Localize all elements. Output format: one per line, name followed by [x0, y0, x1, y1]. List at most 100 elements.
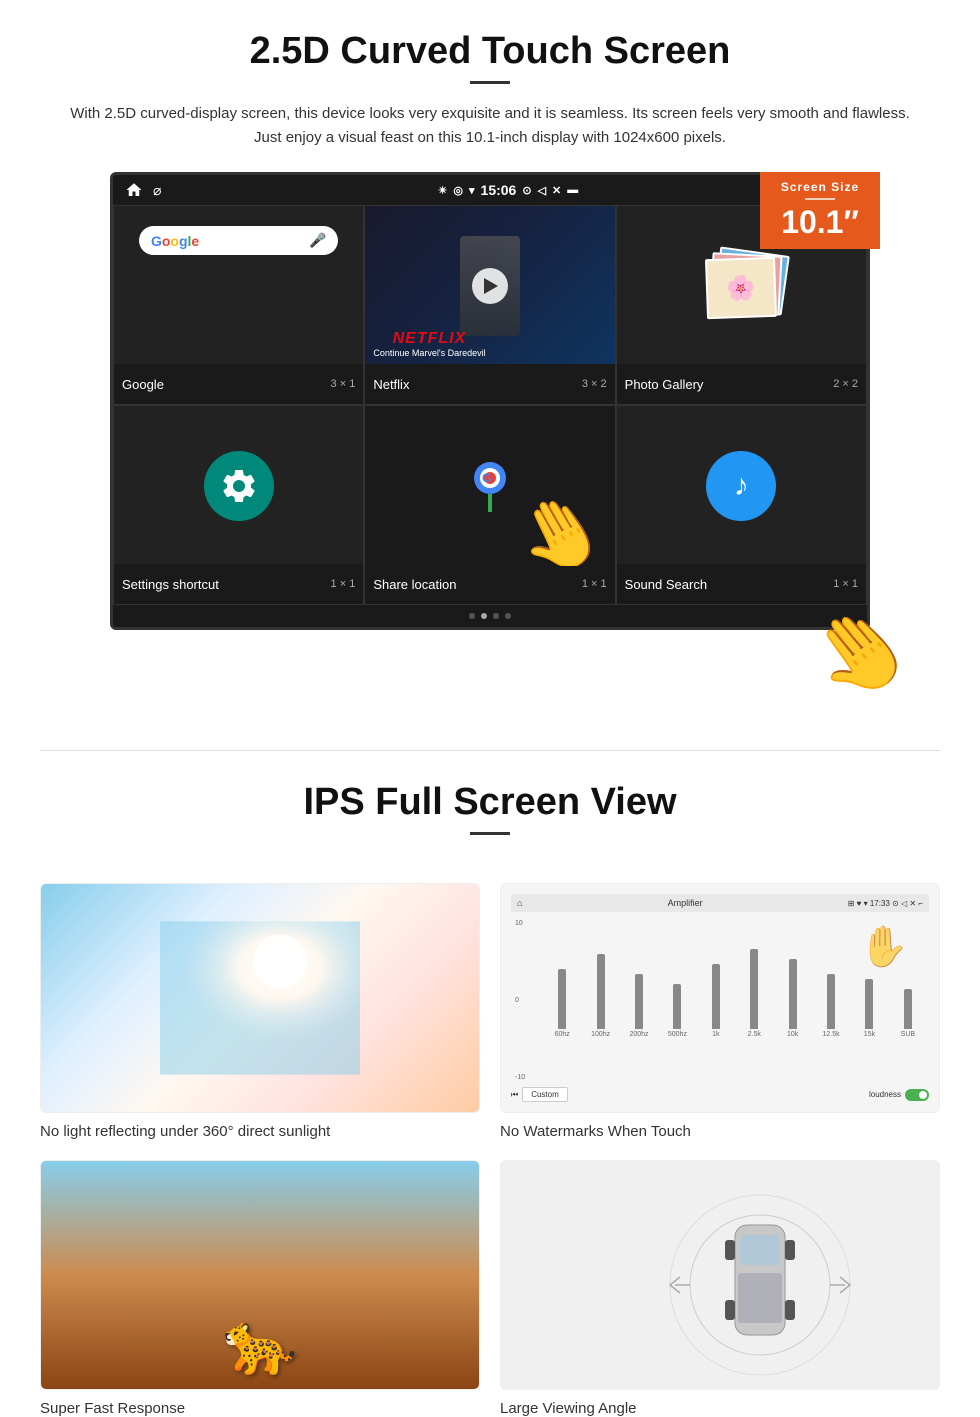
google-app-size: 3 × 1	[331, 378, 356, 390]
dot-2-active	[481, 613, 487, 619]
amp-bar-group: 15k	[852, 979, 886, 1038]
toggle-pill[interactable]	[905, 1089, 929, 1101]
badge-underline	[805, 198, 835, 200]
google-search-bar[interactable]: Google 🎤	[139, 226, 338, 255]
home-icon	[125, 181, 143, 199]
sound-cell-inner: ♪	[617, 406, 866, 566]
netflix-app-name: Netflix	[373, 377, 409, 392]
netflix-app-size: 3 × 2	[582, 378, 607, 390]
amp-bar	[750, 949, 758, 1029]
car-image	[500, 1160, 940, 1390]
section2-underline	[470, 832, 510, 835]
amp-header: ⌂ Amplifier ⊞ ♥ ▾ 17:33 ⊙ ◁ ✕ ⌐	[511, 894, 929, 912]
close-icon: ✕	[552, 184, 561, 197]
section1-description: With 2.5D curved-display screen, this de…	[60, 102, 920, 150]
netflix-cell-inner: NETFLIX Continue Marvel's Daredevil	[365, 206, 614, 366]
badge-size: 10.1″	[774, 204, 866, 241]
amplifier-visual: ⌂ Amplifier ⊞ ♥ ▾ 17:33 ⊙ ◁ ✕ ⌐ 10 0 -10…	[501, 884, 939, 1112]
sunlight-image	[40, 883, 480, 1113]
device-frame: ⌀ ✴ ◎ ▾ 15:06 ⊙ ◁ ✕ ▬	[110, 172, 870, 630]
app-grid: Google 🎤 Google 3 × 1	[113, 205, 867, 605]
amp-title: Amplifier	[668, 898, 703, 908]
car-visual	[501, 1161, 939, 1389]
amplifier-image: ⌂ Amplifier ⊞ ♥ ▾ 17:33 ⊙ ◁ ✕ ⌐ 10 0 -10…	[500, 883, 940, 1113]
amp-bar-label: 100hz	[591, 1031, 610, 1038]
amp-bar	[865, 979, 873, 1029]
amp-y-0: 0	[515, 997, 537, 1004]
status-center: ✴ ◎ ▾ 15:06 ⊙ ◁ ✕ ▬	[438, 182, 578, 198]
device-container: Screen Size 10.1″ ⌀ ✴ ◎	[110, 172, 870, 630]
netflix-label-overlay: NETFLIX Continue Marvel's Daredevil	[373, 330, 485, 358]
netflix-label-row: Netflix 3 × 2	[365, 364, 614, 404]
amp-bar-label: 500hz	[668, 1031, 687, 1038]
photo-card-3: 🌸	[705, 257, 777, 319]
minimize-icon: ▬	[567, 184, 578, 196]
app-cell-sound[interactable]: ♪ Sound Search 1 × 1	[616, 405, 867, 605]
amp-bar	[635, 974, 643, 1029]
volume-icon: ◁	[538, 184, 546, 197]
amp-bar-label: SUB	[901, 1031, 915, 1038]
amp-bar	[712, 964, 720, 1029]
settings-icon-circle	[204, 451, 274, 521]
location-app-size: 1 × 1	[582, 578, 607, 590]
sound-icon-circle: ♪	[706, 451, 776, 521]
amp-bar	[827, 974, 835, 1029]
settings-app-size: 1 × 1	[331, 578, 356, 590]
amp-prev-icon: ⏮	[511, 1090, 518, 1100]
svg-text:G: G	[482, 471, 491, 485]
photo-flower: 🌸	[707, 259, 775, 317]
car-angle-svg	[660, 1185, 860, 1385]
location-app-name: Share location	[373, 577, 456, 592]
app-cell-google[interactable]: Google 🎤 Google 3 × 1	[113, 205, 364, 405]
sunlight-svg	[160, 898, 360, 1098]
speed-label: Super Fast Response	[40, 1400, 480, 1417]
feature-sunlight: No light reflecting under 360° direct su…	[40, 883, 480, 1140]
amp-bar	[904, 989, 912, 1029]
gallery-label-row: Photo Gallery 2 × 2	[617, 364, 866, 404]
section-ips-screen: IPS Full Screen View	[0, 751, 980, 883]
badge-label: Screen Size	[774, 180, 866, 194]
app-cell-location[interactable]: G 🤚 Share location 1 × 1	[364, 405, 615, 605]
amp-custom-btn[interactable]: Custom	[522, 1087, 568, 1102]
location-label-row: Share location 1 × 1	[365, 564, 614, 604]
angle-label: Large Viewing Angle	[500, 1400, 940, 1417]
section1-title: 2.5D Curved Touch Screen	[60, 30, 920, 73]
amp-y-minus10: -10	[515, 1074, 537, 1081]
feature-angle: Large Viewing Angle	[500, 1160, 940, 1417]
amp-bar-group: 60hz	[545, 969, 579, 1038]
app-cell-settings[interactable]: Settings shortcut 1 × 1	[113, 405, 364, 605]
feature-grid: No light reflecting under 360° direct su…	[0, 883, 980, 1417]
amp-bar	[558, 969, 566, 1029]
google-label-row: Google 3 × 1	[114, 364, 363, 404]
cheetah-image: 🐆	[40, 1160, 480, 1390]
amp-bar-group: 1k	[699, 964, 733, 1038]
sound-app-name: Sound Search	[625, 577, 707, 592]
feature-watermark: ⌂ Amplifier ⊞ ♥ ▾ 17:33 ⊙ ◁ ✕ ⌐ 10 0 -10…	[500, 883, 940, 1140]
hand-touch-icon: ✋	[859, 923, 909, 970]
play-button[interactable]	[472, 268, 508, 304]
pagination	[113, 605, 867, 627]
feature-speed: 🐆 Super Fast Response	[40, 1160, 480, 1417]
sound-label-row: Sound Search 1 × 1	[617, 564, 866, 604]
amp-toggle: loudness	[869, 1089, 929, 1101]
title-underline	[470, 81, 510, 84]
amp-bar	[597, 954, 605, 1029]
status-icons: ✴ ◎ ▾ 15:06 ⊙ ◁ ✕ ▬	[438, 182, 578, 198]
screen-size-badge: Screen Size 10.1″	[760, 172, 880, 249]
netflix-logo: NETFLIX	[373, 330, 485, 348]
amp-bar-label: 200hz	[629, 1031, 648, 1038]
usb-icon: ⌀	[153, 182, 161, 199]
time-display: 15:06	[481, 182, 517, 198]
app-cell-netflix[interactable]: NETFLIX Continue Marvel's Daredevil Netf…	[364, 205, 615, 405]
amp-bar	[789, 959, 797, 1029]
camera-icon: ⊙	[522, 184, 531, 197]
mic-icon: 🎤	[309, 232, 326, 249]
sunlight-visual	[41, 884, 479, 1112]
netflix-subtitle: Continue Marvel's Daredevil	[373, 348, 485, 358]
amp-bar-group: 2.5k	[737, 949, 771, 1038]
cheetah-visual: 🐆	[41, 1161, 479, 1389]
loudness-label: loudness	[869, 1090, 901, 1099]
amp-bar	[673, 984, 681, 1029]
amp-bar-label: 2.5k	[748, 1031, 761, 1038]
sunlight-label: No light reflecting under 360° direct su…	[40, 1123, 480, 1140]
